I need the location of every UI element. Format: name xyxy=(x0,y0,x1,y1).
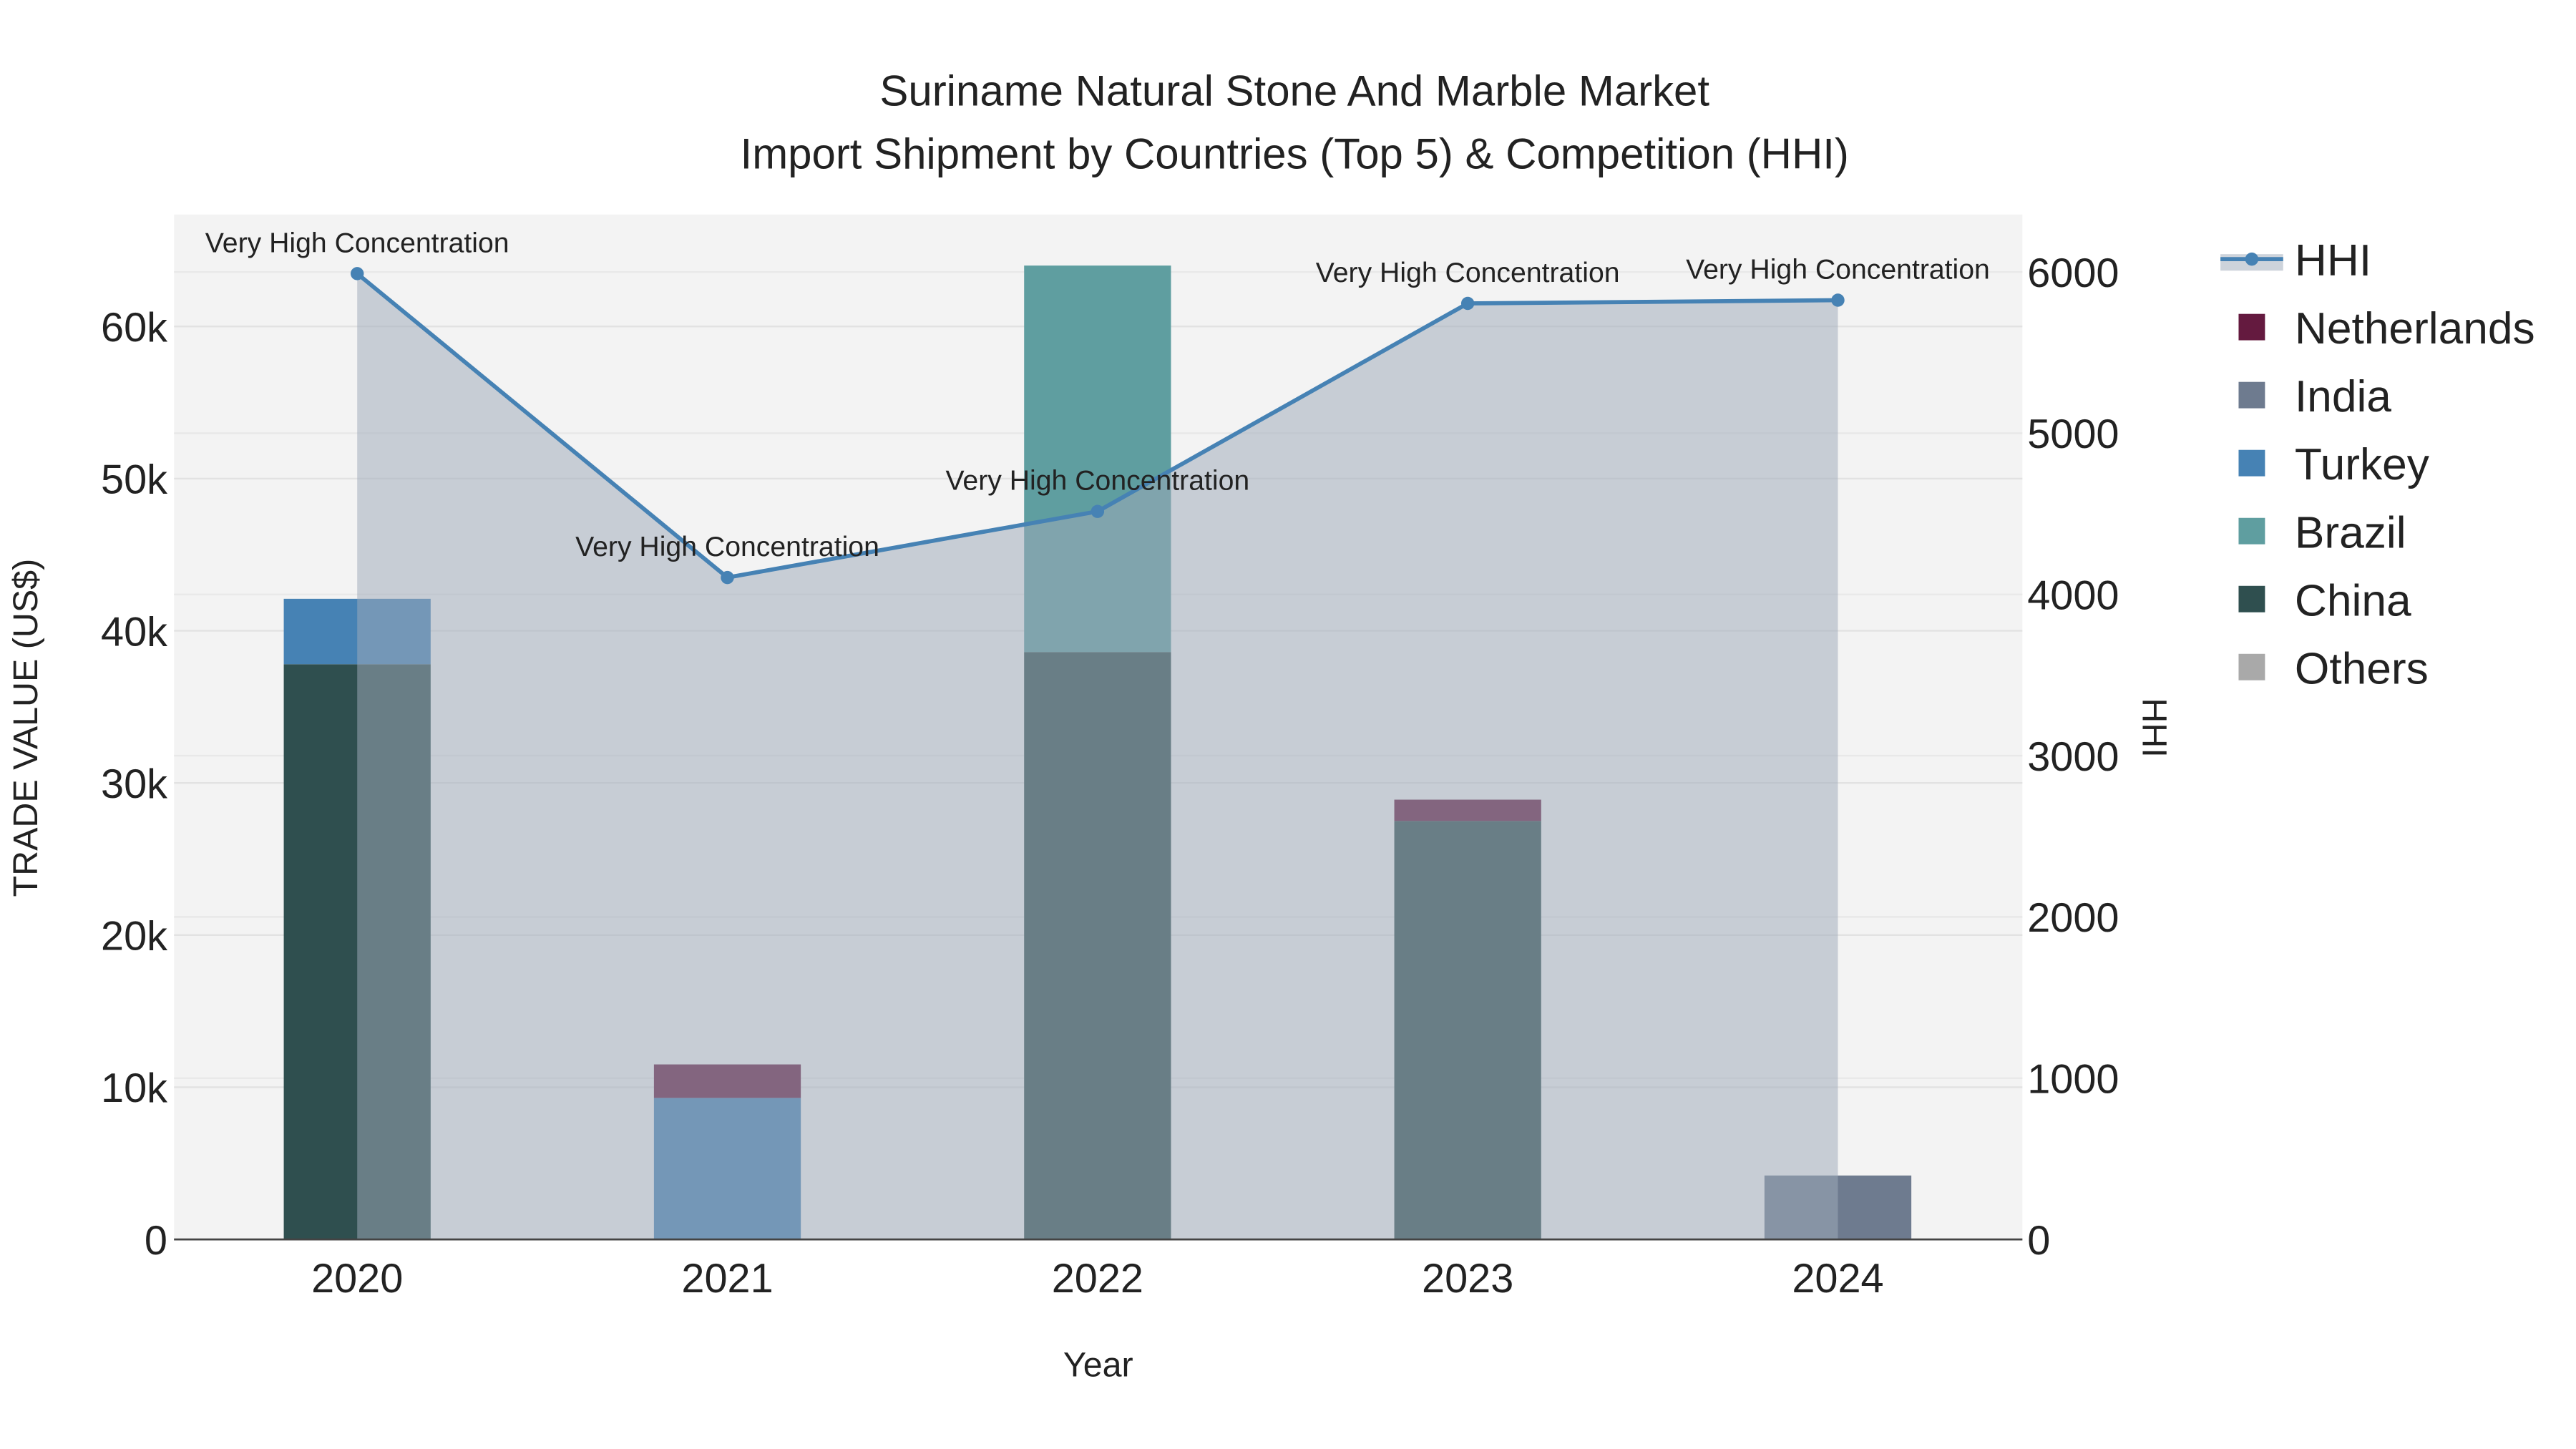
y-axis-label: TRADE VALUE (US$) xyxy=(6,559,45,897)
hhi-annotation: Very High Concentration xyxy=(575,532,879,562)
hhi-annotation: Very High Concentration xyxy=(1316,258,1620,288)
legend-swatch xyxy=(2238,313,2265,341)
hhi-point[interactable] xyxy=(350,267,364,280)
hhi-annotation: Very High Concentration xyxy=(205,228,509,258)
chart-title: Suriname Natural Stone And Marble Market xyxy=(879,67,1709,115)
y2-tick-label: 2000 xyxy=(2027,895,2119,941)
y-tick-label: 40k xyxy=(101,609,167,655)
legend-swatch xyxy=(2238,653,2265,680)
x-tick-label: 2020 xyxy=(311,1256,403,1302)
legend-label: China xyxy=(2295,576,2411,625)
legend-item-brazil[interactable]: Brazil xyxy=(2238,508,2406,557)
legend-item-netherlands[interactable]: Netherlands xyxy=(2238,304,2535,353)
y-tick-label: 0 xyxy=(145,1218,167,1264)
hhi-point[interactable] xyxy=(721,570,734,585)
legend-label: Turkey xyxy=(2295,440,2430,489)
legend-label: India xyxy=(2295,372,2391,421)
legend-marker xyxy=(2245,252,2259,266)
y2-tick-label: 1000 xyxy=(2027,1057,2119,1103)
legend-label: Others xyxy=(2295,644,2429,693)
y2-tick-label: 4000 xyxy=(2027,573,2119,619)
legend-label: Netherlands xyxy=(2295,304,2535,353)
legend-swatch xyxy=(2238,449,2265,477)
hhi-point[interactable] xyxy=(1460,296,1475,311)
x-axis-label: Year xyxy=(1063,1346,1133,1385)
legend-swatch xyxy=(2238,381,2265,409)
x-tick-label: 2022 xyxy=(1052,1256,1143,1302)
legend-item-china[interactable]: China xyxy=(2238,576,2411,625)
legend-label: HHI xyxy=(2295,236,2371,286)
chart-subtitle: Import Shipment by Countries (Top 5) & C… xyxy=(741,130,1849,177)
hhi-point[interactable] xyxy=(1831,293,1845,307)
chart: Suriname Natural Stone And Marble Market… xyxy=(6,67,2535,1385)
x-tick-label: 2024 xyxy=(1792,1256,1883,1302)
hhi-annotation: Very High Concentration xyxy=(945,466,1249,497)
y2-axis-label: HHI xyxy=(2135,698,2174,757)
y-tick-label: 50k xyxy=(101,457,167,503)
x-tick-label: 2021 xyxy=(681,1256,773,1302)
y-tick-label: 10k xyxy=(101,1065,167,1111)
y2-tick-label: 5000 xyxy=(2027,411,2119,457)
x-tick-label: 2023 xyxy=(1422,1256,1513,1302)
legend-label: Brazil xyxy=(2295,508,2406,557)
legend-item-hhi[interactable]: HHI xyxy=(2220,236,2371,286)
y-tick-label: 30k xyxy=(101,761,167,807)
y-tick-label: 60k xyxy=(101,305,167,351)
legend-swatch xyxy=(2238,585,2265,613)
legend-item-others[interactable]: Others xyxy=(2238,644,2429,693)
y-tick-label: 20k xyxy=(101,914,167,960)
y2-tick-label: 3000 xyxy=(2027,734,2119,780)
hhi-annotation: Very High Concentration xyxy=(1686,255,1990,286)
legend-item-turkey[interactable]: Turkey xyxy=(2238,440,2430,489)
y2-tick-label: 6000 xyxy=(2027,250,2119,296)
hhi-point[interactable] xyxy=(1091,504,1105,518)
legend-item-india[interactable]: India xyxy=(2238,372,2391,421)
y2-tick-label: 0 xyxy=(2027,1218,2050,1264)
legend-swatch xyxy=(2238,517,2265,545)
